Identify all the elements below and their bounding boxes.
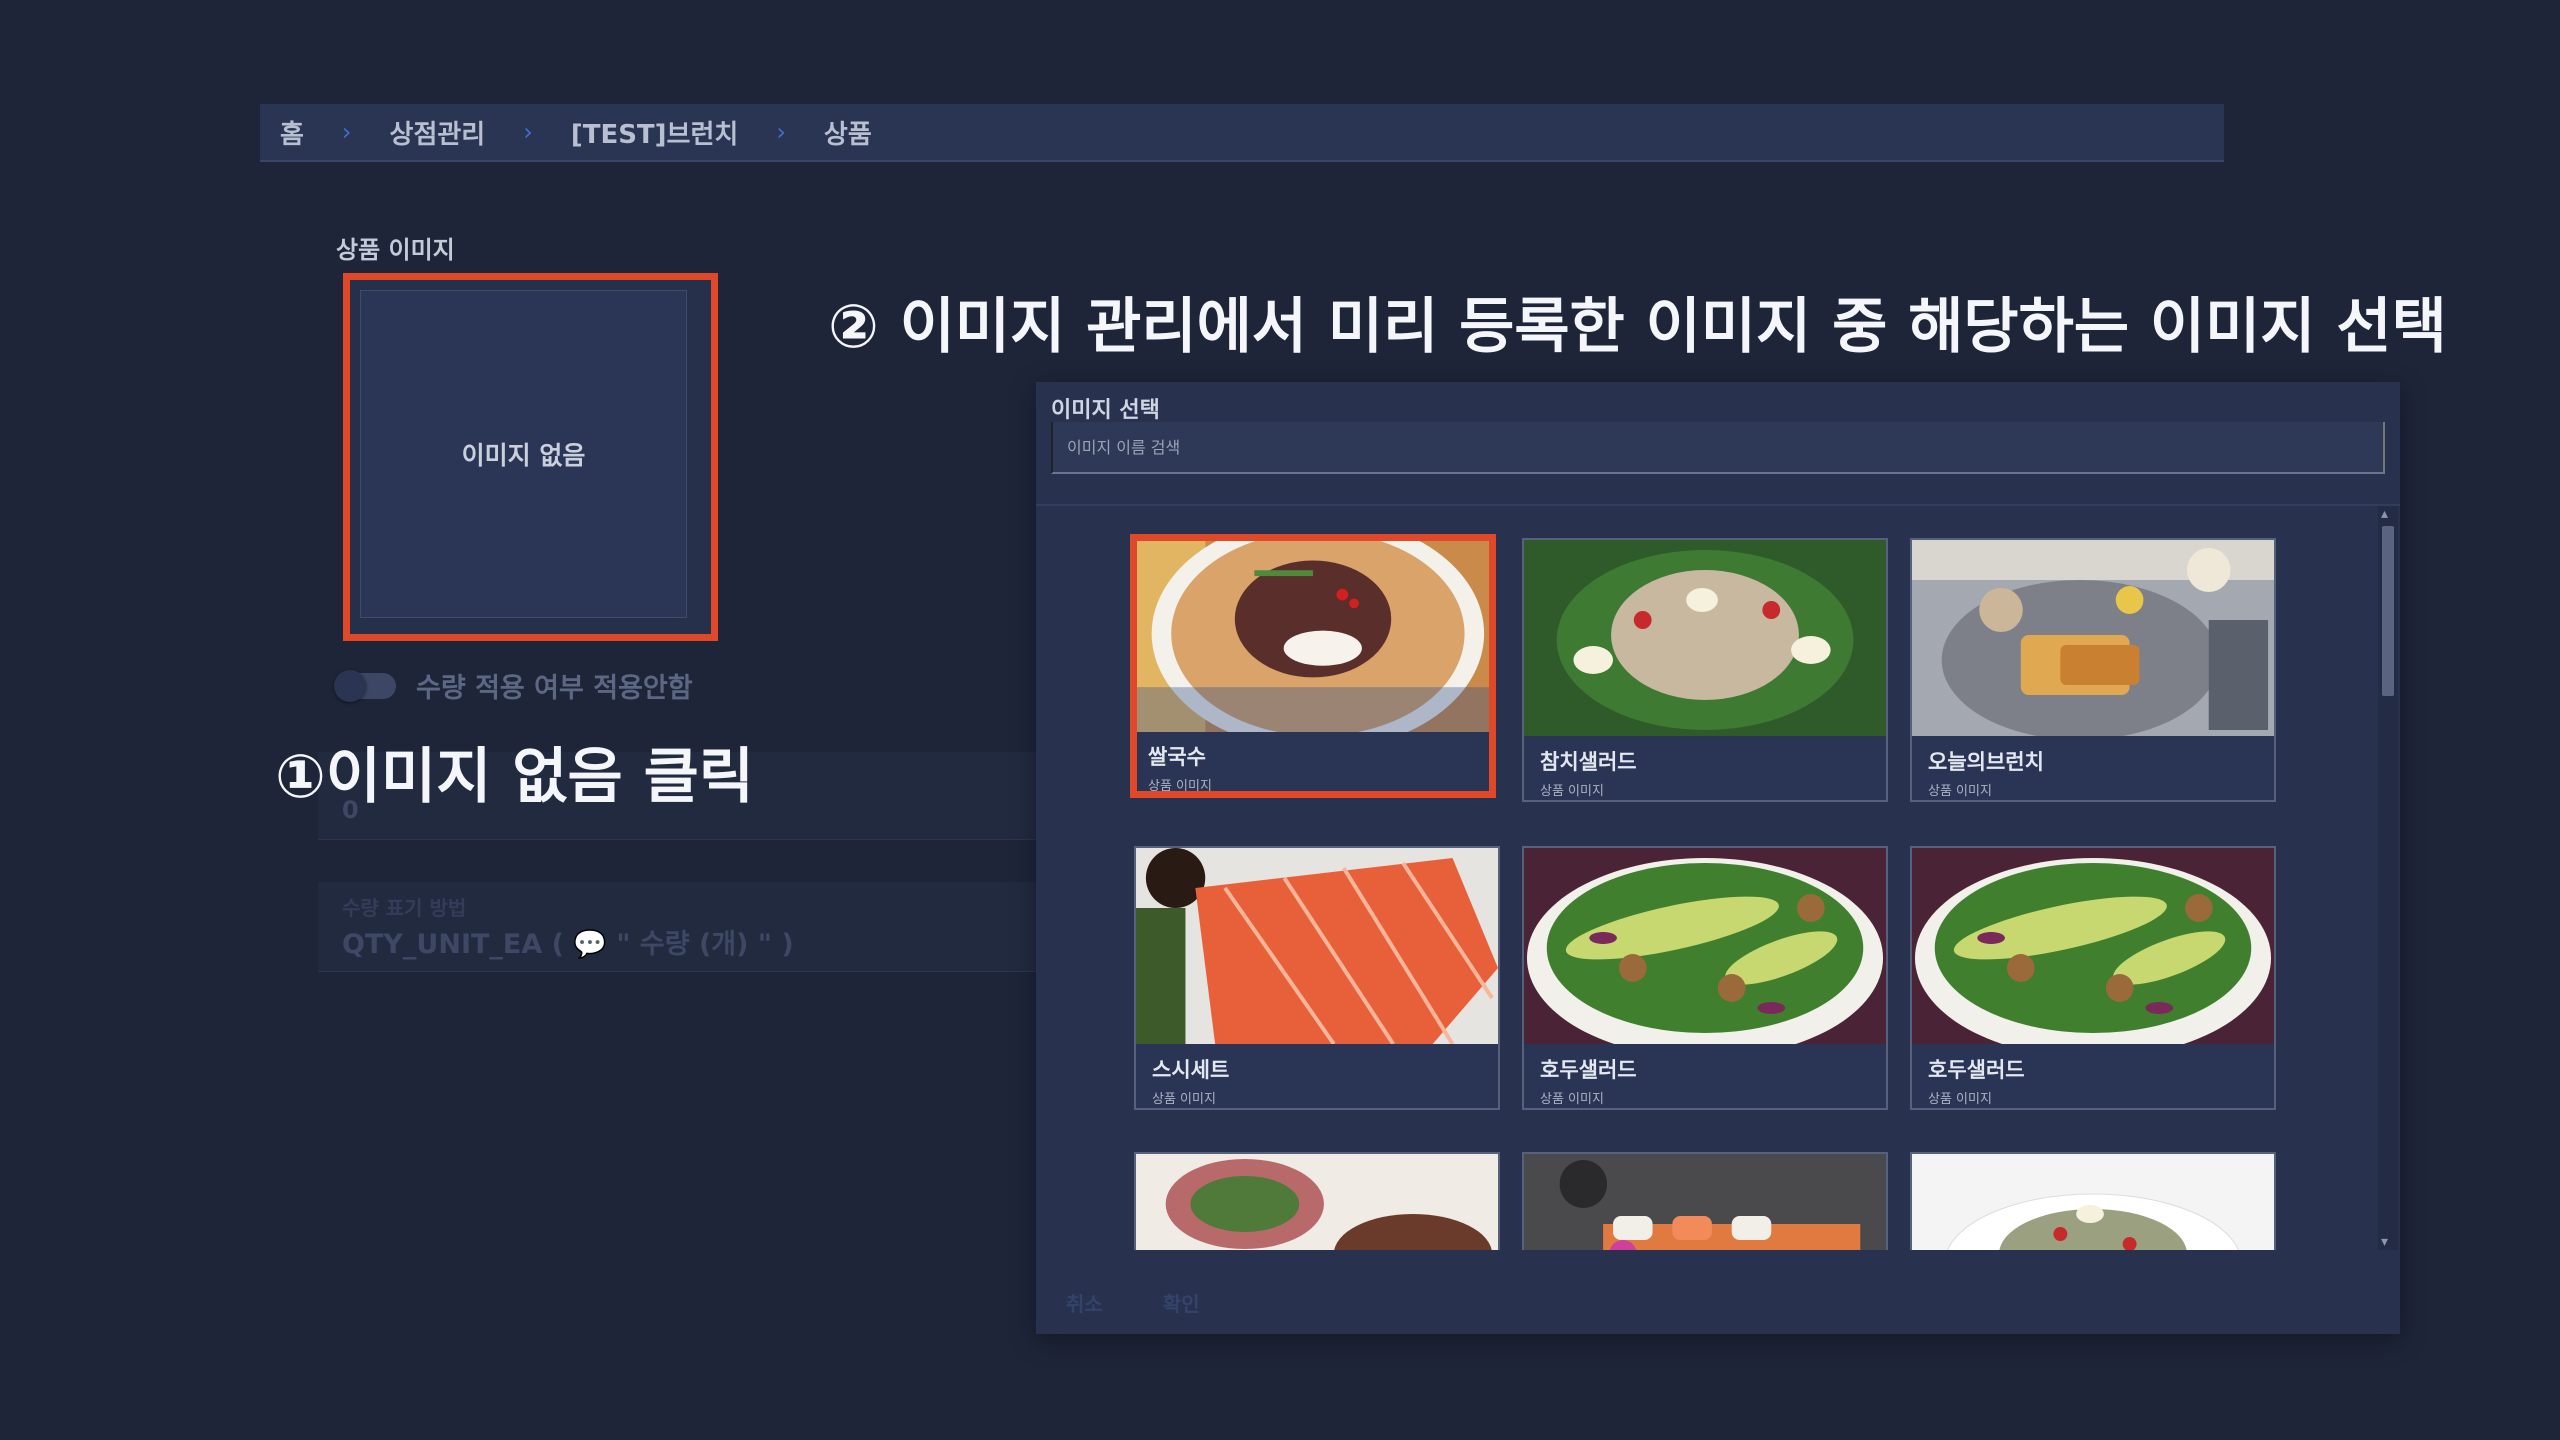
card-name: 참치샐러드	[1540, 750, 1637, 774]
image-search-input[interactable]	[1051, 422, 2385, 474]
image-grid: 쌀국수 상품 이미지 참치샐러드 상품 이미지 오늘의브런치 상품 이미지 스시…	[1036, 506, 2384, 1250]
breadcrumb-store-management[interactable]: 상점관리	[390, 114, 486, 151]
walnut-salad-image	[1524, 848, 1886, 1044]
salad-bowl-image	[1912, 1154, 2274, 1250]
chevron-right-icon: ›	[523, 118, 533, 146]
image-card[interactable]	[1134, 1152, 1500, 1250]
dialog-actions: 취소 확인	[1066, 1288, 1200, 1317]
scroll-thumb[interactable]	[2382, 526, 2394, 696]
quantity-toggle[interactable]	[334, 669, 396, 702]
card-subtitle: 상품 이미지	[1540, 784, 1604, 799]
quantity-unit-value: QTY_UNIT_EA ( 💬 " 수량 (개) " )	[342, 929, 794, 960]
quantity-toggle-label: 수량 적용 여부 적용안함	[416, 673, 693, 704]
confirm-button[interactable]: 확인	[1163, 1288, 1200, 1317]
image-card[interactable]: 호두샐러드 상품 이미지	[1910, 846, 2276, 1110]
product-image-label: 상품 이미지	[336, 236, 455, 264]
card-name: 스시세트	[1152, 1058, 1230, 1082]
quantity-unit-label: 수량 표기 방법	[342, 896, 467, 920]
image-card[interactable]: 스시세트 상품 이미지	[1134, 846, 1500, 1110]
card-name: 호두샐러드	[1540, 1058, 1637, 1082]
annotation-step-2: ② 이미지 관리에서 미리 등록한 이미지 중 해당하는 이미지 선택	[828, 292, 2447, 362]
image-card[interactable]: 호두샐러드 상품 이미지	[1522, 846, 1888, 1110]
card-subtitle: 상품 이미지	[1928, 1092, 1992, 1107]
brunch-image	[1912, 540, 2274, 736]
tuna-salad-image	[1524, 540, 1886, 736]
quantity-toggle-row: 수량 적용 여부 적용안함	[334, 666, 693, 705]
food-image	[1136, 1154, 1498, 1250]
annotation-step-1: ①이미지 없음 클릭	[275, 742, 754, 812]
card-name: 호두샐러드	[1928, 1058, 2025, 1082]
image-card[interactable]: 쌀국수 상품 이미지	[1130, 534, 1496, 798]
card-subtitle: 상품 이미지	[1152, 1092, 1216, 1107]
product-image-picker[interactable]: 이미지 없음	[343, 273, 718, 641]
breadcrumb-products[interactable]: 상품	[824, 114, 872, 151]
toggle-knob	[334, 669, 366, 702]
image-card[interactable]: 오늘의브런치 상품 이미지	[1910, 538, 2276, 802]
card-name: 오늘의브런치	[1928, 750, 2044, 774]
dialog-scrollbar[interactable]: ▴ ▾	[2378, 506, 2398, 1250]
walnut-salad-image	[1912, 848, 2274, 1044]
cancel-button[interactable]: 취소	[1066, 1288, 1103, 1317]
card-subtitle: 상품 이미지	[1540, 1092, 1604, 1107]
card-subtitle: 상품 이미지	[1928, 784, 1992, 799]
no-image-text: 이미지 없음	[461, 441, 586, 470]
breadcrumb-store[interactable]: [TEST]브런치	[571, 114, 738, 151]
breadcrumb-home[interactable]: 홈	[280, 114, 304, 151]
image-placeholder[interactable]: 이미지 없음	[360, 290, 687, 618]
image-card[interactable]	[1910, 1152, 2276, 1250]
card-name: 쌀국수	[1148, 745, 1206, 769]
scroll-up-icon[interactable]: ▴	[2381, 506, 2388, 522]
card-subtitle: 상품 이미지	[1148, 779, 1212, 794]
image-card[interactable]: 참치샐러드 상품 이미지	[1522, 538, 1888, 802]
dialog-title: 이미지 선택	[1051, 398, 1160, 423]
chevron-right-icon: ›	[341, 118, 352, 146]
breadcrumb: 홈 › 상점관리 › [TEST]브런치 › 상품	[260, 104, 2224, 162]
sushi-image	[1524, 1154, 1886, 1250]
image-card[interactable]	[1522, 1152, 1888, 1250]
chevron-right-icon: ›	[776, 118, 786, 146]
image-select-dialog: 이미지 선택 쌀국수 상품 이미지	[1036, 382, 2400, 1334]
quantity-unit-field: 수량 표기 방법 QTY_UNIT_EA ( 💬 " 수량 (개) " )	[318, 882, 1038, 972]
sushi-set-image	[1136, 848, 1498, 1044]
pho-image	[1137, 541, 1489, 732]
scroll-down-icon[interactable]: ▾	[2381, 1234, 2388, 1250]
